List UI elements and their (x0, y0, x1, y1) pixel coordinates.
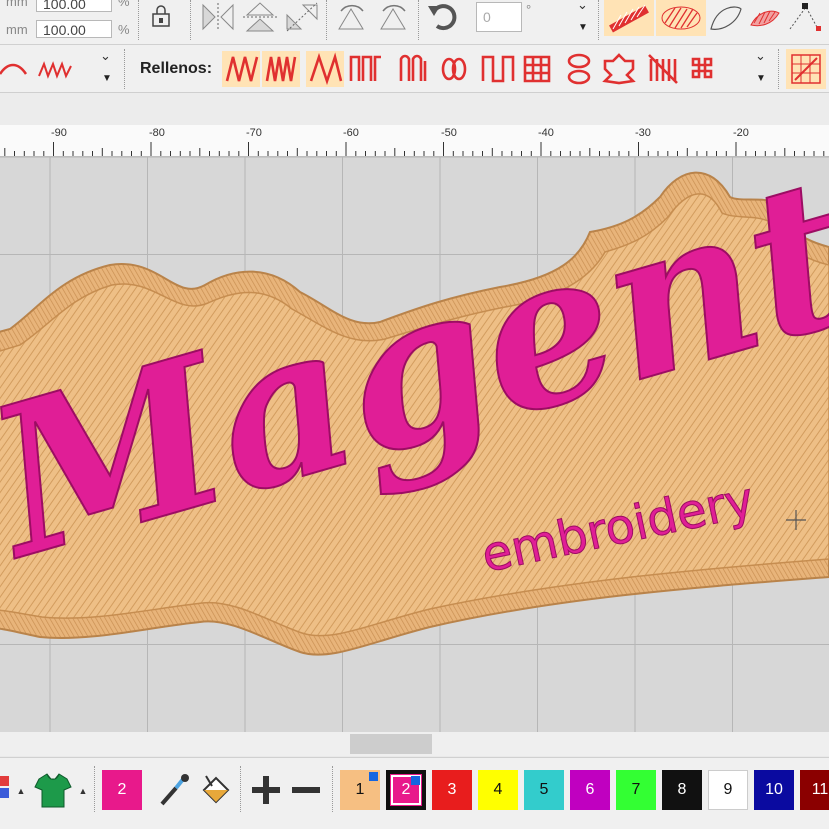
square-wave-fill-icon[interactable] (346, 51, 384, 87)
rotate-right-icon[interactable] (374, 0, 414, 34)
ruler-label: -20 (733, 127, 749, 139)
star-fill-icon[interactable] (600, 51, 638, 87)
loop-fill-icon[interactable] (436, 51, 474, 87)
thread-swatch-7[interactable]: 7 (616, 770, 656, 810)
width-field[interactable]: 100.00 (36, 0, 112, 12)
eyedropper-icon[interactable] (154, 770, 194, 810)
shirt-preview-icon[interactable] (32, 770, 74, 810)
mirror-diagonal-icon[interactable] (282, 0, 322, 34)
mirror-vertical-icon[interactable] (240, 0, 280, 34)
percent-label-2: % (118, 22, 130, 37)
thread-swatch-8[interactable]: 8 (662, 770, 702, 810)
running-stitch-icon[interactable] (0, 51, 30, 87)
active-thread-marker-icon (411, 776, 420, 785)
palette-edge-icon (0, 772, 10, 808)
paint-bucket-icon[interactable] (196, 770, 236, 810)
tight-zigzag-fill-icon[interactable] (262, 51, 300, 87)
current-color-swatch[interactable]: 2 (102, 770, 142, 810)
horizontal-scrollbar[interactable] (0, 732, 829, 756)
fills-label: Rellenos: (140, 60, 213, 77)
unit-label-2: mm (6, 22, 28, 37)
ruler-ticks (4, 142, 825, 156)
chevron-down-icon[interactable]: ⌄ (100, 49, 111, 62)
feather-stitch-icon[interactable] (746, 0, 784, 36)
rotate-free-icon[interactable] (424, 0, 466, 34)
thread-swatch-3[interactable]: 3 (432, 770, 472, 810)
ruler-label: -60 (343, 127, 359, 139)
dropdown-arrow-icon[interactable]: ▼ (576, 20, 590, 34)
ruler-label: -30 (635, 127, 651, 139)
zigzag-fill-icon[interactable] (222, 51, 260, 87)
outline-stitch-icon[interactable] (706, 0, 746, 36)
height-field[interactable]: 100.00 (36, 20, 112, 38)
thread-swatch-5[interactable]: 5 (524, 770, 564, 810)
mirror-horizontal-icon[interactable] (198, 0, 238, 34)
node-edit-icon[interactable] (784, 0, 824, 36)
chevron-down-icon[interactable]: ⌄ (577, 0, 588, 11)
unit-label: mm (6, 0, 28, 9)
dropdown-arrow-icon[interactable]: ▼ (754, 71, 768, 85)
chevron-down-icon[interactable]: ⌄ (755, 49, 766, 62)
hatch-fill-icon[interactable] (644, 51, 682, 87)
embroidery-design[interactable]: Magenta embroidery (0, 157, 829, 732)
ruler-label: -50 (441, 127, 457, 139)
thread-swatch-10[interactable]: 10 (754, 770, 794, 810)
checker-fill-icon[interactable] (684, 51, 722, 87)
ruler-label: -90 (51, 127, 67, 139)
ruler-label: -80 (149, 127, 165, 139)
zigzag-stitch-icon[interactable] (34, 51, 76, 87)
step-fill-icon[interactable] (478, 51, 516, 87)
toolbar-fills: ⌄ ▼ Rellenos: ⌄ ▼ (0, 45, 829, 93)
grid-fill-icon[interactable] (786, 49, 826, 89)
fill-stitch-icon[interactable] (656, 0, 706, 36)
satin-stitch-icon[interactable] (604, 0, 654, 36)
dropdown-arrow-icon[interactable]: ▼ (100, 71, 114, 85)
thread-swatch-1[interactable]: 1 (340, 770, 380, 810)
rotation-angle-field[interactable]: 0 (476, 2, 522, 32)
palette-arrow-icon[interactable]: ▲ (16, 786, 26, 796)
thread-swatch-9[interactable]: 9 (708, 770, 748, 810)
remove-color-icon[interactable] (286, 770, 326, 810)
toolbar-transform: mm 100.00 % mm 100.00 % 0 ° ⌄ ▼ (0, 0, 829, 45)
thread-swatch-11[interactable]: 11 (800, 770, 829, 810)
ruler-label: -40 (538, 127, 554, 139)
chain-fill-icon[interactable] (560, 51, 598, 87)
active-thread-marker-icon (369, 772, 378, 781)
grid-block-fill-icon[interactable] (518, 51, 556, 87)
thread-swatch-2[interactable]: 2 (386, 770, 426, 810)
wave-fill-icon[interactable] (306, 51, 344, 87)
percent-label: % (118, 0, 130, 9)
ruler-label: -70 (246, 127, 262, 139)
horizontal-ruler: -90 -80 -70 -60 -50 -40 -30 -20 (0, 125, 829, 157)
lock-ratio-icon[interactable] (148, 2, 174, 30)
color-palette-bar: ▲ ▲ 2 1 2 3 4 5 6 7 8 9 10 11 (0, 757, 829, 818)
rotate-left-icon[interactable] (332, 0, 372, 34)
thread-swatch-6[interactable]: 6 (570, 770, 610, 810)
arch-fill-icon[interactable] (396, 51, 434, 87)
palette-arrow-icon[interactable]: ▲ (78, 786, 88, 796)
design-canvas[interactable]: Magenta embroidery (0, 157, 829, 732)
scrollbar-thumb[interactable] (350, 734, 432, 754)
toolbar-spacer (0, 93, 829, 125)
thread-swatch-4[interactable]: 4 (478, 770, 518, 810)
degree-label: ° (526, 2, 532, 17)
add-color-icon[interactable] (246, 770, 286, 810)
status-bar (0, 817, 829, 829)
